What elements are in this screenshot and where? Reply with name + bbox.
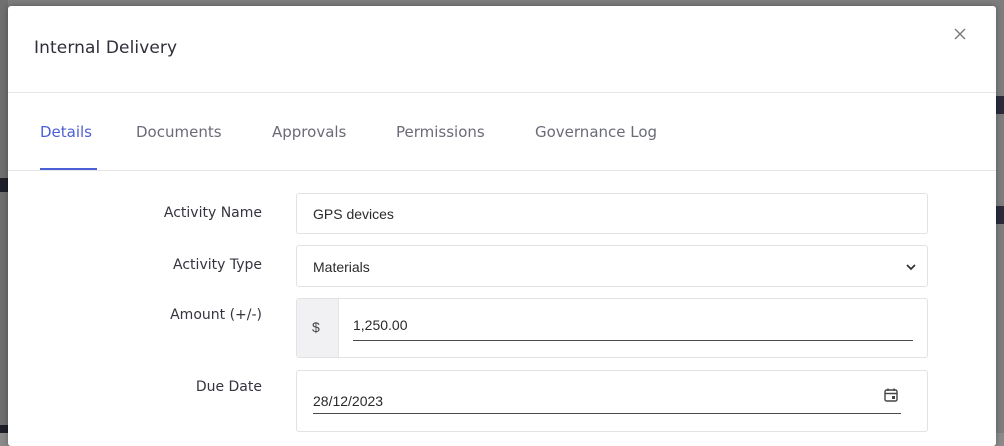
background-element <box>996 96 1004 114</box>
close-button[interactable] <box>950 24 970 44</box>
background-element <box>0 178 8 192</box>
background-element <box>0 425 8 433</box>
tab-details[interactable]: Details <box>40 123 92 141</box>
background-page-edge <box>0 0 8 433</box>
close-icon <box>954 28 966 40</box>
internal-delivery-modal: Internal Delivery Details Documents Appr… <box>8 6 996 446</box>
tab-governance-log[interactable]: Governance Log <box>535 123 657 141</box>
amount-value: 1,250.00 <box>353 317 408 333</box>
modal-header: Internal Delivery <box>8 6 996 93</box>
background-element <box>996 206 1004 224</box>
due-date-value: 28/12/2023 <box>313 393 384 409</box>
amount-label: Amount (+/-) <box>170 307 262 323</box>
amount-input[interactable]: 1,250.00 <box>353 313 913 341</box>
activity-name-input[interactable]: GPS devices <box>296 193 928 234</box>
amount-field: $ 1,250.00 <box>296 298 928 358</box>
due-date-label: Due Date <box>195 379 262 395</box>
activity-type-select[interactable]: Materials <box>296 245 928 287</box>
active-tab-indicator <box>40 168 97 170</box>
activity-name-value: GPS devices <box>313 206 394 222</box>
activity-type-label: Activity Type <box>173 257 262 273</box>
activity-name-label: Activity Name <box>163 205 262 221</box>
calendar-icon[interactable] <box>883 387 899 403</box>
chevron-down-icon <box>906 264 916 271</box>
tab-permissions[interactable]: Permissions <box>396 123 485 141</box>
currency-prefix: $ <box>297 299 339 357</box>
tab-bar: Details Documents Approvals Permissions … <box>8 93 996 171</box>
activity-type-value: Materials <box>313 259 370 275</box>
tab-approvals[interactable]: Approvals <box>272 123 346 141</box>
due-date-field: 28/12/2023 <box>296 370 928 432</box>
currency-symbol: $ <box>312 319 320 335</box>
due-date-input[interactable]: 28/12/2023 <box>313 385 901 414</box>
modal-title: Internal Delivery <box>34 38 178 58</box>
tab-documents[interactable]: Documents <box>136 123 222 141</box>
